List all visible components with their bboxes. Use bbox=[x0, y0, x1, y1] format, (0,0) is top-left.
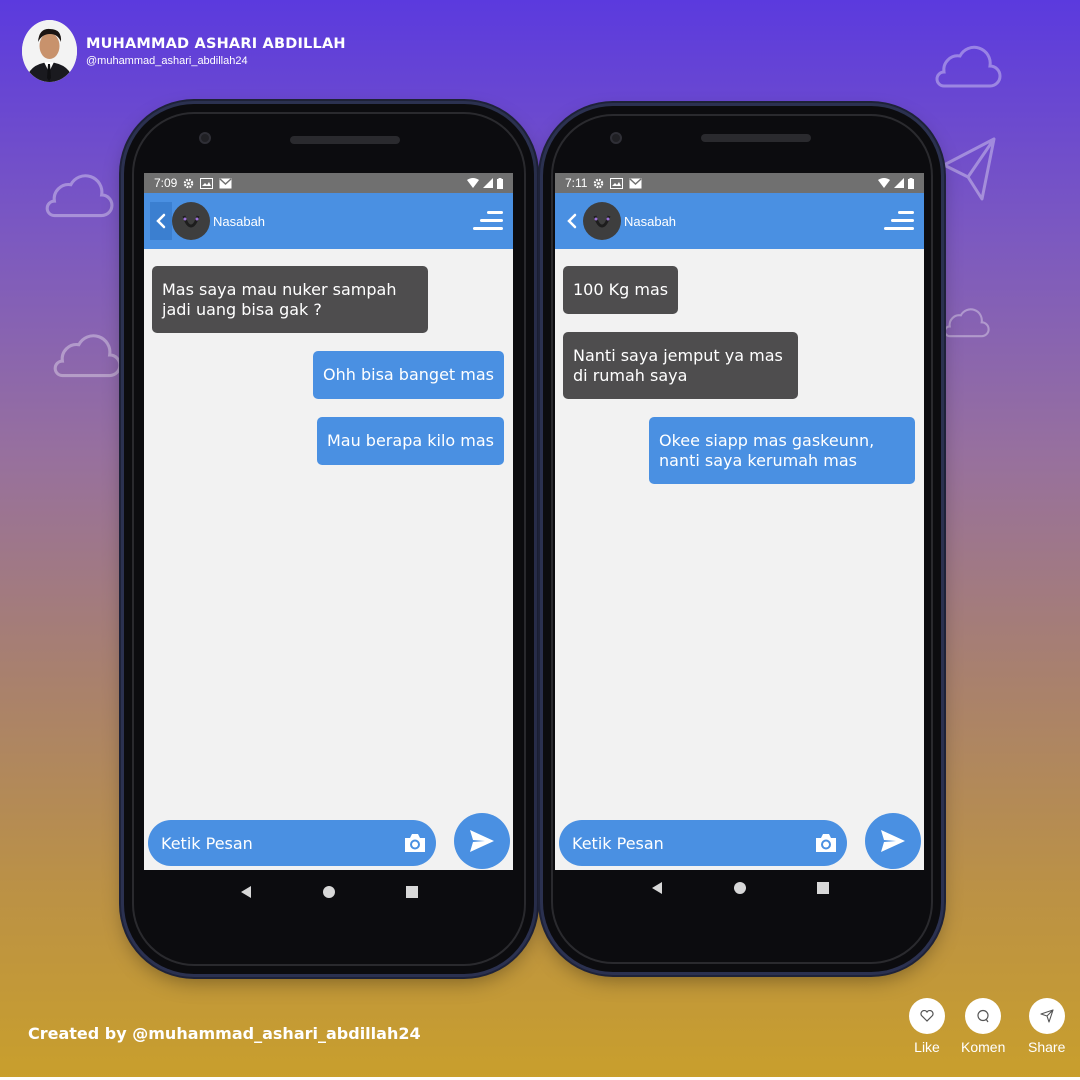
front-camera bbox=[610, 132, 622, 144]
chat-screen: 7:11 Nasabah 100 Kg mas Nanti saya jempu… bbox=[555, 173, 924, 870]
message-bubble-outgoing: Ohh bisa banget mas bbox=[313, 351, 504, 399]
camera-icon[interactable] bbox=[813, 830, 839, 856]
send-button[interactable] bbox=[865, 813, 921, 869]
wifi-icon bbox=[467, 178, 479, 188]
share-action[interactable]: Share bbox=[1028, 998, 1065, 1055]
contact-avatar[interactable] bbox=[172, 202, 210, 240]
status-time: 7:09 bbox=[154, 176, 178, 190]
gmail-icon bbox=[629, 177, 642, 188]
cloud-icon bbox=[45, 174, 114, 218]
sort-lines-icon[interactable] bbox=[473, 209, 503, 233]
sort-lines-icon[interactable] bbox=[884, 209, 914, 233]
camera-icon[interactable] bbox=[402, 830, 428, 856]
android-nav-bar bbox=[144, 870, 513, 914]
nav-recents-icon[interactable] bbox=[816, 881, 830, 895]
image-notification-icon bbox=[610, 177, 624, 189]
creator-credit: Created by @muhammad_ashari_abdillah24 bbox=[28, 1024, 421, 1043]
nav-recents-icon[interactable] bbox=[405, 885, 419, 899]
comment-icon bbox=[977, 1009, 989, 1023]
nav-back-icon[interactable] bbox=[239, 885, 253, 899]
nav-back-icon[interactable] bbox=[650, 881, 664, 895]
message-bubble-incoming: Mas saya mau nuker sampah jadi uang bisa… bbox=[152, 266, 428, 333]
share-label: Share bbox=[1028, 1039, 1066, 1055]
paper-plane-icon bbox=[942, 137, 996, 201]
status-bar: 7:11 bbox=[555, 173, 924, 193]
send-icon bbox=[470, 830, 494, 852]
like-label: Like bbox=[914, 1039, 940, 1055]
cloud-icon bbox=[943, 308, 990, 338]
comment-label: Komen bbox=[961, 1039, 1006, 1055]
author-avatar bbox=[22, 20, 77, 82]
status-time: 7:11 bbox=[565, 176, 588, 190]
contact-name: Nasabah bbox=[213, 213, 266, 229]
contact-name: Nasabah bbox=[624, 213, 677, 229]
like-action[interactable]: Like bbox=[909, 998, 945, 1055]
wifi-icon bbox=[878, 178, 890, 188]
status-bar: 7:09 bbox=[144, 173, 513, 193]
gmail-icon bbox=[219, 177, 232, 188]
message-list: Mas saya mau nuker sampah jadi uang bisa… bbox=[144, 249, 513, 814]
author-name: MUHAMMAD ASHARI ABDILLAH bbox=[86, 35, 346, 52]
chat-app-bar: Nasabah bbox=[144, 193, 513, 249]
android-nav-bar bbox=[555, 866, 924, 910]
author-header: MUHAMMAD ASHARI ABDILLAH @muhammad_ashar… bbox=[22, 20, 346, 82]
comment-action[interactable]: Komen bbox=[961, 998, 1005, 1055]
message-bubble-incoming: 100 Kg mas bbox=[563, 266, 679, 314]
message-input[interactable] bbox=[161, 833, 391, 853]
chat-screen: 7:09 Nasabah Mas saya mau nuker sampah j… bbox=[144, 173, 513, 870]
message-bubble-incoming: Nanti saya jemput ya mas di rumah saya bbox=[563, 332, 798, 399]
message-list: 100 Kg mas Nanti saya jemput ya mas di r… bbox=[555, 249, 924, 814]
message-bubble-outgoing: Okee siapp mas gaskeunn, nanti saya keru… bbox=[649, 417, 915, 484]
battery-icon bbox=[908, 177, 914, 189]
message-bubble-outgoing: Mau berapa kilo mas bbox=[316, 417, 504, 465]
contact-avatar[interactable] bbox=[583, 202, 621, 240]
front-camera bbox=[199, 132, 211, 144]
chevron-left-icon bbox=[567, 213, 577, 229]
cloud-icon bbox=[935, 45, 1002, 88]
message-composer bbox=[144, 813, 513, 870]
nav-home-icon[interactable] bbox=[322, 885, 336, 899]
signal-icon bbox=[894, 178, 904, 188]
author-handle: @muhammad_ashari_abdillah24 bbox=[86, 54, 248, 67]
paper-plane-icon bbox=[1040, 1009, 1054, 1023]
message-input-pill bbox=[148, 820, 436, 866]
signal-icon bbox=[483, 178, 493, 188]
nav-home-icon[interactable] bbox=[733, 881, 747, 895]
message-input[interactable] bbox=[572, 833, 802, 853]
back-button[interactable] bbox=[150, 202, 172, 240]
battery-icon bbox=[497, 177, 503, 189]
heart-icon bbox=[920, 1010, 934, 1022]
chevron-left-icon bbox=[156, 213, 166, 229]
chat-app-bar: Nasabah bbox=[555, 193, 924, 249]
message-input-pill bbox=[559, 820, 847, 866]
earpiece-speaker bbox=[701, 134, 811, 142]
phone-mockup-right: 7:11 Nasabah 100 Kg mas Nanti saya jempu… bbox=[543, 106, 941, 972]
earpiece-speaker bbox=[290, 136, 400, 144]
cloud-icon bbox=[53, 334, 122, 378]
gear-icon bbox=[184, 178, 194, 188]
send-button[interactable] bbox=[454, 813, 510, 869]
send-icon bbox=[881, 830, 905, 852]
back-button[interactable] bbox=[561, 202, 583, 240]
image-notification-icon bbox=[200, 177, 214, 189]
gear-icon bbox=[594, 178, 604, 188]
phone-mockup-left: 7:09 Nasabah Mas saya mau nuker sampah j… bbox=[124, 104, 534, 974]
